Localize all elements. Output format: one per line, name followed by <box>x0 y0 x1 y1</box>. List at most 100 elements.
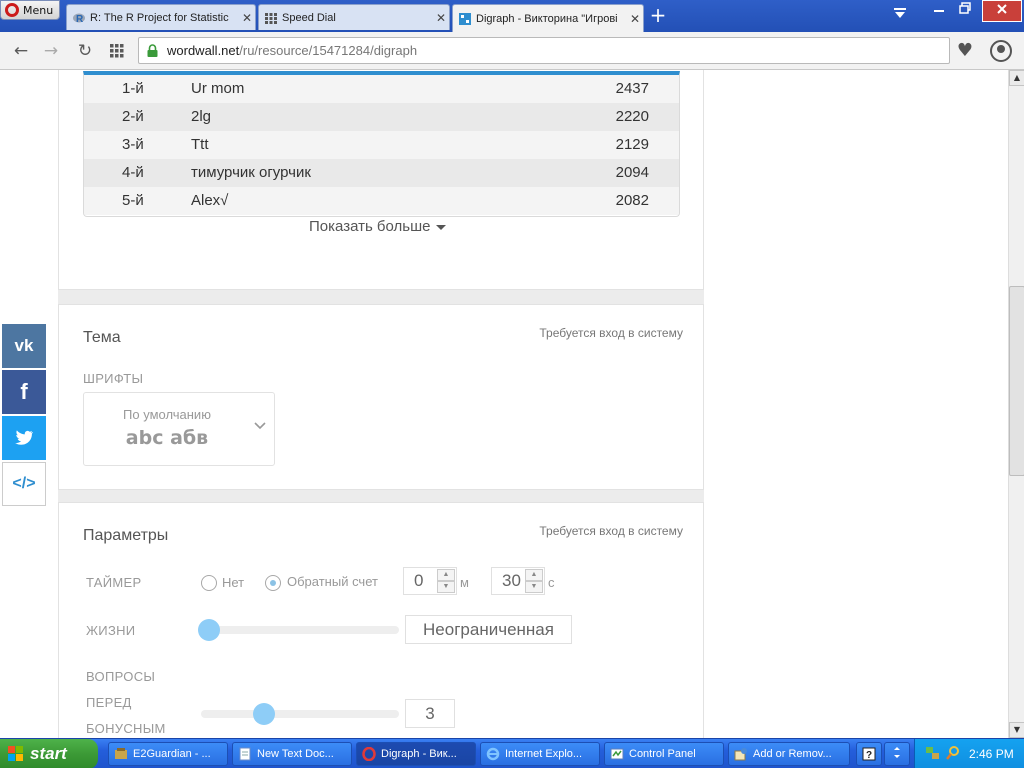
bonus-value: 3 <box>405 699 455 728</box>
tab-r-project[interactable]: R R: The R Project for Statistic ✕ <box>66 4 256 30</box>
close-tab-icon[interactable]: ✕ <box>627 12 643 26</box>
new-tab-button[interactable]: + <box>648 5 668 26</box>
bonus-slider-knob[interactable] <box>252 703 275 725</box>
vertical-scrollbar[interactable]: ▲ ▼ <box>1008 70 1024 738</box>
score: 2129 <box>615 136 649 153</box>
opera-menu-button[interactable]: Menu <box>0 0 60 20</box>
minutes-value: 0 <box>414 571 424 590</box>
leaderboard-row: 5-й Alex√ 2082 <box>84 187 679 215</box>
taskbar-label: Add or Remov... <box>753 748 832 760</box>
stepper-arrows[interactable]: ▲ ▼ <box>437 569 455 593</box>
arrow-up-icon[interactable]: ▲ <box>525 569 543 581</box>
start-button[interactable]: start <box>0 739 98 768</box>
taskbar-overflow-button[interactable] <box>884 742 910 766</box>
show-more-button[interactable]: Показать больше <box>309 218 447 235</box>
add-remove-icon <box>734 748 747 761</box>
facebook-share-button[interactable]: f <box>2 370 46 414</box>
player-name: Ur mom <box>191 80 245 97</box>
notepad-icon <box>239 747 251 761</box>
embed-button[interactable]: </> <box>2 462 46 506</box>
opera-logo-icon <box>5 3 19 17</box>
taskbar-control-panel[interactable]: Control Panel <box>604 742 724 766</box>
control-panel-icon <box>610 748 624 760</box>
arrow-up-icon[interactable]: ▲ <box>437 569 455 581</box>
bonus-slider-track[interactable] <box>201 710 399 718</box>
leaderboard-table: 1-й Ur mom 2437 2-й 2lg 2220 3-й Ttt 212… <box>83 71 680 217</box>
network-icon[interactable] <box>925 745 941 761</box>
reload-button[interactable]: ↻ <box>74 40 96 62</box>
forward-button[interactable]: → <box>40 40 62 62</box>
scroll-thumb[interactable] <box>1009 286 1024 476</box>
screen: Menu R R: The R Project for Statistic ✕ … <box>0 0 1024 768</box>
leaderboard-row: 3-й Ttt 2129 <box>84 131 679 159</box>
page-viewport: 1-й Ur mom 2437 2-й 2lg 2220 3-й Ttt 212… <box>0 70 1008 738</box>
account-icon[interactable] <box>990 40 1012 62</box>
tab-label: R: The R Project for Statistic <box>90 11 229 24</box>
bonus-label-line2: ПЕРЕД <box>86 695 132 710</box>
url-host: wordwall.net <box>167 43 240 58</box>
rank: 4-й <box>122 164 144 181</box>
show-more-label: Показать больше <box>309 218 431 235</box>
lives-value: Неограниченная <box>405 615 572 644</box>
player-name: 2lg <box>191 108 212 125</box>
theme-title: Тема <box>83 329 121 346</box>
start-label: start <box>30 744 67 763</box>
leaderboard-row: 1-й Ur mom 2437 <box>84 75 679 103</box>
taskbar-add-remove[interactable]: Add or Remov... <box>728 742 850 766</box>
lives-slider-track[interactable] <box>201 626 399 634</box>
twitter-share-button[interactable] <box>2 416 46 460</box>
back-button[interactable]: ← <box>10 40 32 62</box>
taskbar-opera[interactable]: Digraph - Вик... <box>356 742 476 766</box>
seconds-unit: с <box>548 575 555 590</box>
e2guardian-icon <box>115 748 127 759</box>
bonus-label-line1: ВОПРОСЫ <box>86 669 156 684</box>
search-icon[interactable] <box>945 745 961 761</box>
scroll-up-arrow-icon[interactable]: ▲ <box>1009 70 1024 86</box>
svg-text:?: ? <box>866 750 872 761</box>
tab-digraph[interactable]: Digraph - Викторина "Игрові ✕ <box>452 4 644 32</box>
stepper-arrows[interactable]: ▲ ▼ <box>525 569 543 593</box>
close-tab-icon[interactable]: ✕ <box>433 11 449 25</box>
font-select[interactable]: По умолчанию abc абв <box>83 392 275 466</box>
player-name: Ttt <box>191 136 209 153</box>
timer-countdown-label: Обратный счет <box>287 574 378 589</box>
scroll-down-arrow-icon[interactable]: ▼ <box>1009 722 1024 738</box>
close-tab-icon[interactable]: ✕ <box>239 11 255 25</box>
twitter-icon <box>15 430 33 445</box>
caret-down-icon <box>436 224 447 230</box>
font-sample: abc абв <box>125 427 209 449</box>
score: 2082 <box>615 192 649 209</box>
score: 2437 <box>615 80 649 97</box>
taskbar-notepad[interactable]: New Text Doc... <box>232 742 352 766</box>
help-button[interactable]: ? <box>856 742 882 766</box>
lives-slider-knob[interactable] <box>198 619 220 641</box>
seconds-stepper[interactable]: 30 ▲ ▼ <box>491 567 545 595</box>
taskbar-e2guardian[interactable]: E2Guardian - ... <box>108 742 228 766</box>
taskbar-label: E2Guardian - ... <box>133 748 211 760</box>
minutes-stepper[interactable]: 0 ▲ ▼ <box>403 567 457 595</box>
speed-dial-button[interactable] <box>106 40 128 62</box>
font-default-label: По умолчанию <box>123 407 211 422</box>
tab-menu-icon[interactable] <box>890 6 910 26</box>
timer-countdown-radio[interactable] <box>265 575 281 591</box>
vk-share-button[interactable]: vk <box>2 324 46 368</box>
maximize-button[interactable] <box>954 0 976 22</box>
windows-taskbar: start E2Guardian - ... New Text Doc... D… <box>0 738 1024 768</box>
chevron-down-icon <box>894 747 900 758</box>
login-required-note: Требуется вход в систему <box>539 326 683 340</box>
timer-none-radio[interactable] <box>201 575 217 591</box>
leaderboard-row: 2-й 2lg 2220 <box>84 103 679 131</box>
minimize-button[interactable] <box>928 0 950 22</box>
close-window-button[interactable] <box>982 0 1022 22</box>
right-blank-area <box>704 70 1008 738</box>
theme-card: Тема Требуется вход в систему ШРИФТЫ По … <box>58 304 704 490</box>
tab-speed-dial[interactable]: Speed Dial ✕ <box>258 4 450 30</box>
bookmark-heart-icon[interactable]: ♥ <box>952 40 978 62</box>
url-path: /ru/resource/15471284/digraph <box>239 43 418 58</box>
url-input[interactable]: wordwall.net/ru/resource/15471284/digrap… <box>138 37 950 64</box>
arrow-down-icon[interactable]: ▼ <box>525 581 543 593</box>
rank: 5-й <box>122 192 144 209</box>
wordwall-icon <box>459 12 471 25</box>
taskbar-ie[interactable]: Internet Explo... <box>480 742 600 766</box>
arrow-down-icon[interactable]: ▼ <box>437 581 455 593</box>
